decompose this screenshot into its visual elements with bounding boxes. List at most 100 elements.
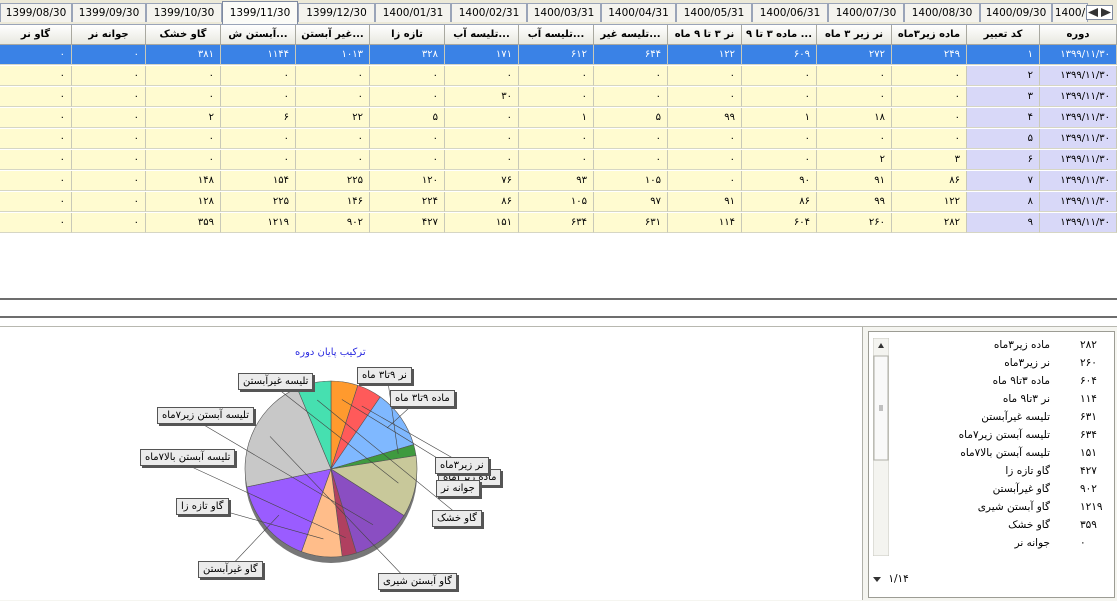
- value-cell[interactable]: ۱: [742, 108, 817, 128]
- value-cell[interactable]: ۹۱: [817, 171, 892, 191]
- value-cell[interactable]: ۰: [0, 87, 72, 107]
- column-header[interactable]: نر زیر ۳ ماه: [817, 25, 892, 45]
- value-cell[interactable]: ۰: [370, 150, 445, 170]
- legend-pager[interactable]: ۱/۱۴: [873, 573, 909, 585]
- legend-item[interactable]: ۰ جوانه نر: [896, 534, 1108, 552]
- tab-period[interactable]: 1400/04/31: [601, 3, 676, 22]
- column-header[interactable]: جوانه نر: [72, 25, 146, 45]
- legend-item[interactable]: ۹۰۲ گاو غیرآبستن: [896, 480, 1108, 498]
- tab-period[interactable]: 1400/09/30: [980, 3, 1052, 22]
- pager-down-icon[interactable]: [873, 577, 881, 582]
- column-header[interactable]: گاو نر: [0, 25, 72, 45]
- value-cell[interactable]: ۰: [519, 87, 594, 107]
- legend-item[interactable]: ۱۲۱۹ گاو آبستن شیری: [896, 498, 1108, 516]
- value-cell[interactable]: ۲: [817, 150, 892, 170]
- value-cell[interactable]: ۰: [668, 129, 742, 149]
- column-header[interactable]: آبستن ش...: [221, 25, 296, 45]
- value-cell[interactable]: ۰: [370, 66, 445, 86]
- column-header[interactable]: تلیسه غیر...: [594, 25, 668, 45]
- value-cell[interactable]: ۲۲۵: [296, 171, 370, 191]
- value-cell[interactable]: ۰: [742, 150, 817, 170]
- legend-item[interactable]: ۲۸۲ ماده زیر۳ماه: [896, 336, 1108, 354]
- value-cell[interactable]: ۰: [742, 66, 817, 86]
- value-cell[interactable]: ۶۱۲: [519, 45, 594, 65]
- period-cell[interactable]: ۱۳۹۹/۱۱/۳۰: [1040, 66, 1117, 86]
- tab-period[interactable]: 1400/03/31: [527, 3, 601, 22]
- value-cell[interactable]: ۰: [445, 129, 519, 149]
- code-cell[interactable]: ۲: [967, 66, 1040, 86]
- value-cell[interactable]: ۰: [296, 66, 370, 86]
- value-cell[interactable]: ۳۸۱: [146, 45, 221, 65]
- table-row[interactable]: ۱۳۹۹/۱۱/۳۰ ۲ ۰ ۰ ۰ ۰ ۰ ۰ ۰ ۰ ۰ ۰ ۰ ۰ ۰: [0, 66, 1117, 86]
- legend-item[interactable]: ۶۰۴ ماده ۳تا۹ ماه: [896, 372, 1108, 390]
- scroll-right-icon[interactable]: [1101, 8, 1111, 17]
- value-cell[interactable]: ۰: [221, 87, 296, 107]
- horizontal-scrollbar[interactable]: [0, 298, 1117, 318]
- value-cell[interactable]: ۰: [0, 171, 72, 191]
- value-cell[interactable]: ۱۱۴: [668, 213, 742, 233]
- value-cell[interactable]: ۰: [594, 129, 668, 149]
- column-header[interactable]: ماده ۳ تا ۹ ...: [742, 25, 817, 45]
- value-cell[interactable]: ۸۶: [445, 192, 519, 212]
- period-cell[interactable]: ۱۳۹۹/۱۱/۳۰: [1040, 171, 1117, 191]
- period-cell[interactable]: ۱۳۹۹/۱۱/۳۰: [1040, 213, 1117, 233]
- code-cell[interactable]: ۵: [967, 129, 1040, 149]
- tab-period[interactable]: 1399/09/30: [72, 3, 146, 22]
- tab-period[interactable]: 1399/12/30: [298, 3, 375, 22]
- value-cell[interactable]: ۰: [445, 150, 519, 170]
- table-row[interactable]: ۱۳۹۹/۱۱/۳۰ ۸ ۱۲۲ ۹۹ ۸۶ ۹۱ ۹۷ ۱۰۵ ۸۶ ۲۲۴ ۱۴۶ ۲۲۵ ۱۲۸ ۰…: [0, 192, 1117, 212]
- legend-item[interactable]: ۱۱۴ نر ۳تا۹ ماه: [896, 390, 1108, 408]
- value-cell[interactable]: ۰: [892, 108, 967, 128]
- value-cell[interactable]: ۹۰: [742, 171, 817, 191]
- value-cell[interactable]: ۰: [594, 66, 668, 86]
- legend-item[interactable]: ۲۶۰ نر زیر۳ماه: [896, 354, 1108, 372]
- value-cell[interactable]: ۰: [72, 171, 146, 191]
- value-cell[interactable]: ۰: [72, 192, 146, 212]
- value-cell[interactable]: ۰: [72, 45, 146, 65]
- value-cell[interactable]: ۰: [0, 129, 72, 149]
- value-cell[interactable]: ۰: [146, 66, 221, 86]
- value-cell[interactable]: ۰: [370, 87, 445, 107]
- table-row[interactable]: ۱۳۹۹/۱۱/۳۰ ۵ ۰ ۰ ۰ ۰ ۰ ۰ ۰ ۰ ۰ ۰ ۰ ۰ ۰: [0, 129, 1117, 149]
- code-cell[interactable]: ۴: [967, 108, 1040, 128]
- value-cell[interactable]: ۹۹: [817, 192, 892, 212]
- table-row[interactable]: ۱۳۹۹/۱۱/۳۰ ۱ ۲۴۹ ۲۷۲ ۶۰۹ ۱۲۲ ۶۴۴ ۶۱۲ ۱۷۱ ۳۲۸ ۱۰۱۳ ۱…: [0, 45, 1117, 65]
- tab-period[interactable]: 1399/08/30: [0, 3, 72, 22]
- legend-item[interactable]: ۱۵۱ تلیسه آبستن بالا۷ماه: [896, 444, 1108, 462]
- value-cell[interactable]: ۰: [72, 108, 146, 128]
- code-cell[interactable]: ۶: [967, 150, 1040, 170]
- value-cell[interactable]: ۰: [817, 66, 892, 86]
- tab-scroll-control[interactable]: [1086, 5, 1113, 20]
- code-cell[interactable]: ۸: [967, 192, 1040, 212]
- value-cell[interactable]: ۰: [519, 66, 594, 86]
- value-cell[interactable]: ۱۷۱: [445, 45, 519, 65]
- period-cell[interactable]: ۱۳۹۹/۱۱/۳۰: [1040, 192, 1117, 212]
- value-cell[interactable]: ۰: [817, 87, 892, 107]
- table-row[interactable]: ۱۳۹۹/۱۱/۳۰ ۶ ۳ ۲ ۰ ۰ ۰ ۰ ۰ ۰ ۰ ۰ ۰ ۰ ۰: [0, 150, 1117, 170]
- value-cell[interactable]: ۰: [892, 129, 967, 149]
- value-cell[interactable]: ۱: [519, 108, 594, 128]
- value-cell[interactable]: ۰: [742, 129, 817, 149]
- tab-period[interactable]: 1400/05/31: [676, 3, 752, 22]
- column-header[interactable]: غیر آبستن...: [296, 25, 370, 45]
- value-cell[interactable]: ۸۶: [742, 192, 817, 212]
- value-cell[interactable]: ۹۱: [668, 192, 742, 212]
- value-cell[interactable]: ۰: [72, 66, 146, 86]
- value-cell[interactable]: ۶: [221, 108, 296, 128]
- value-cell[interactable]: ۳۲۸: [370, 45, 445, 65]
- value-cell[interactable]: ۲۲۵: [221, 192, 296, 212]
- value-cell[interactable]: ۰: [0, 45, 72, 65]
- value-cell[interactable]: ۲: [146, 108, 221, 128]
- value-cell[interactable]: ۰: [146, 150, 221, 170]
- value-cell[interactable]: ۸۶: [892, 171, 967, 191]
- column-header[interactable]: نر ۳ تا ۹ ماه: [668, 25, 742, 45]
- value-cell[interactable]: ۱۲۸: [146, 192, 221, 212]
- tab-period[interactable]: 1400/08/30: [904, 3, 980, 22]
- value-cell[interactable]: ۱۵۴: [221, 171, 296, 191]
- value-cell[interactable]: ۱۲۲: [892, 192, 967, 212]
- value-cell[interactable]: ۰: [594, 87, 668, 107]
- column-header[interactable]: ماده زیر۳ماه: [892, 25, 967, 45]
- value-cell[interactable]: ۰: [519, 129, 594, 149]
- value-cell[interactable]: ۰: [0, 66, 72, 86]
- value-cell[interactable]: ۶۳۴: [519, 213, 594, 233]
